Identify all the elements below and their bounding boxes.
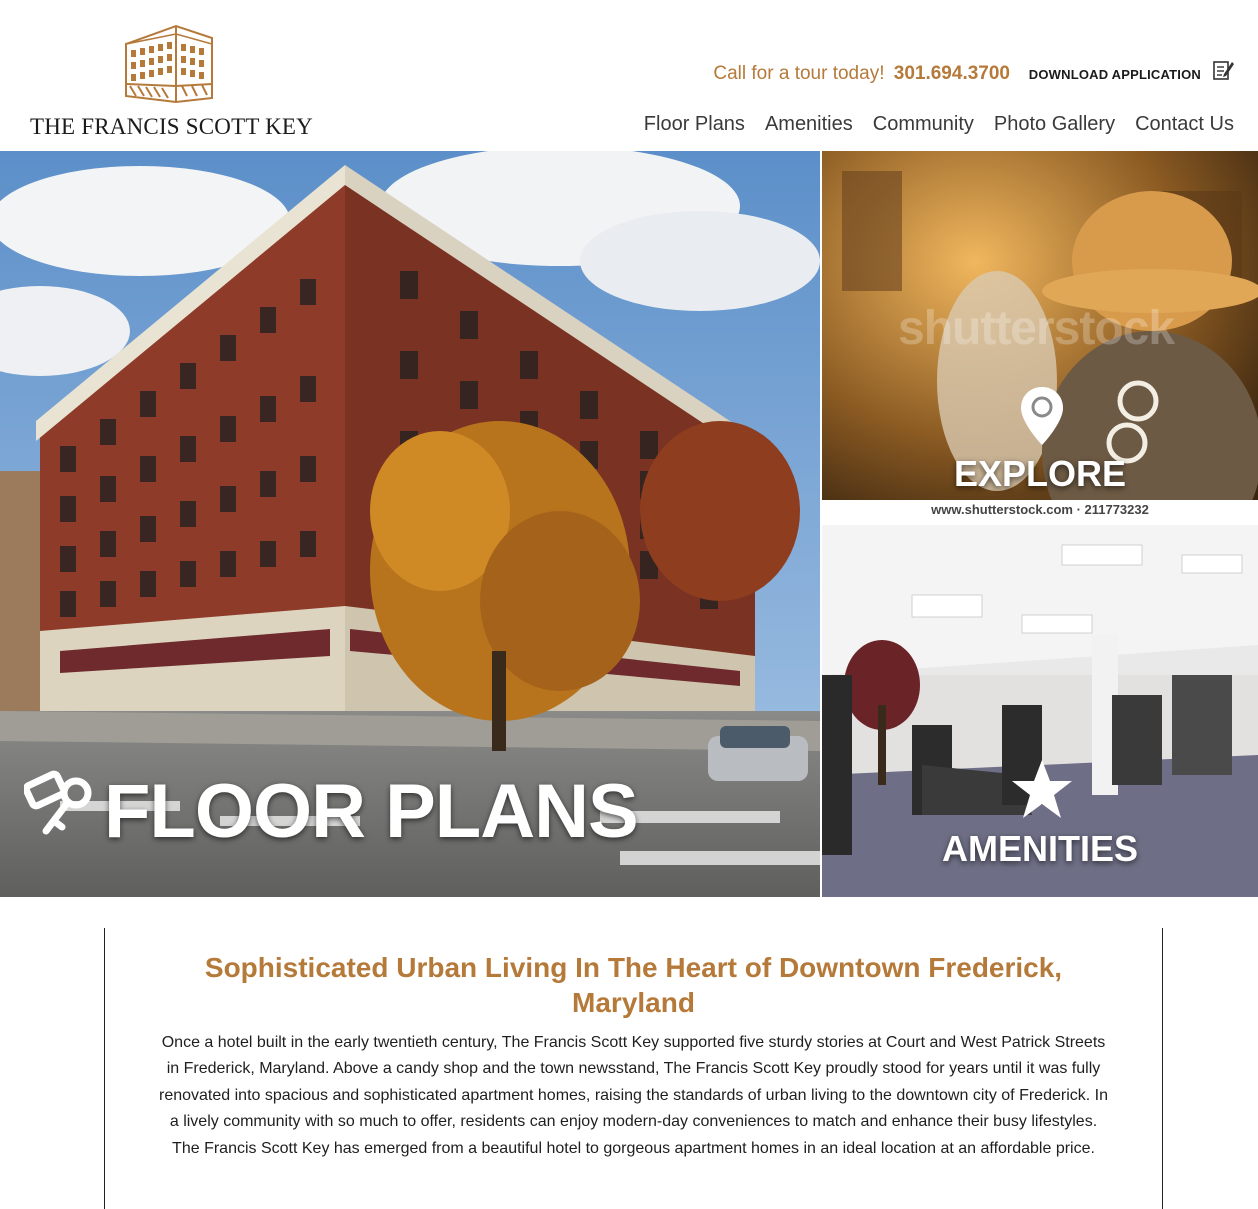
- main-nav: Floor Plans Amenities Community Photo Ga…: [644, 113, 1234, 136]
- explore-label: EXPLORE: [953, 453, 1127, 494]
- download-application-link[interactable]: DOWNLOAD APPLICATION: [1029, 67, 1201, 82]
- site-logo[interactable]: THE FRANCIS SCOTT KEY: [28, 22, 318, 142]
- intro-section: Sophisticated Urban Living In The Heart …: [104, 928, 1163, 1209]
- map-pin-icon: [1021, 387, 1063, 445]
- phone-link[interactable]: 301.694.3700: [894, 63, 1010, 84]
- building-logo-icon: [125, 24, 213, 104]
- photo-credit: www.shutterstock.com · 211773232: [822, 500, 1258, 523]
- star-icon: [1012, 760, 1072, 818]
- tour-call-line: Call for a tour today! 301.694.3700: [713, 63, 1010, 85]
- intro-body: Once a hotel built in the early twentiet…: [159, 1034, 1108, 1157]
- site-header: THE FRANCIS SCOTT KEY Call for a tour to…: [0, 0, 1258, 151]
- key-icon: [24, 770, 92, 835]
- explore-tile[interactable]: shutterstock EXPLORE www.shutterstock.co…: [822, 151, 1258, 523]
- nav-photo-gallery[interactable]: Photo Gallery: [994, 113, 1115, 136]
- tour-text: Call for a tour today!: [713, 63, 885, 84]
- logo-text: THE FRANCIS SCOTT KEY: [30, 114, 313, 139]
- nav-community[interactable]: Community: [873, 113, 974, 136]
- edit-document-icon[interactable]: [1212, 59, 1234, 81]
- shutterstock-watermark: shutterstock: [898, 302, 1175, 355]
- nav-contact-us[interactable]: Contact Us: [1135, 113, 1234, 136]
- floor-plans-tile[interactable]: FLOOR PLANS: [0, 151, 820, 897]
- floor-plans-label: FLOOR PLANS: [104, 769, 639, 854]
- amenities-label: AMENITIES: [941, 828, 1138, 869]
- nav-amenities[interactable]: Amenities: [765, 113, 853, 136]
- nav-floor-plans[interactable]: Floor Plans: [644, 113, 745, 136]
- intro-heading: Sophisticated Urban Living In The Heart …: [204, 952, 1063, 1018]
- hero-grid: FLOOR PLANS shutterstock EXPLORE www.shu…: [0, 151, 1258, 897]
- amenities-tile[interactable]: AMENITIES: [822, 525, 1258, 897]
